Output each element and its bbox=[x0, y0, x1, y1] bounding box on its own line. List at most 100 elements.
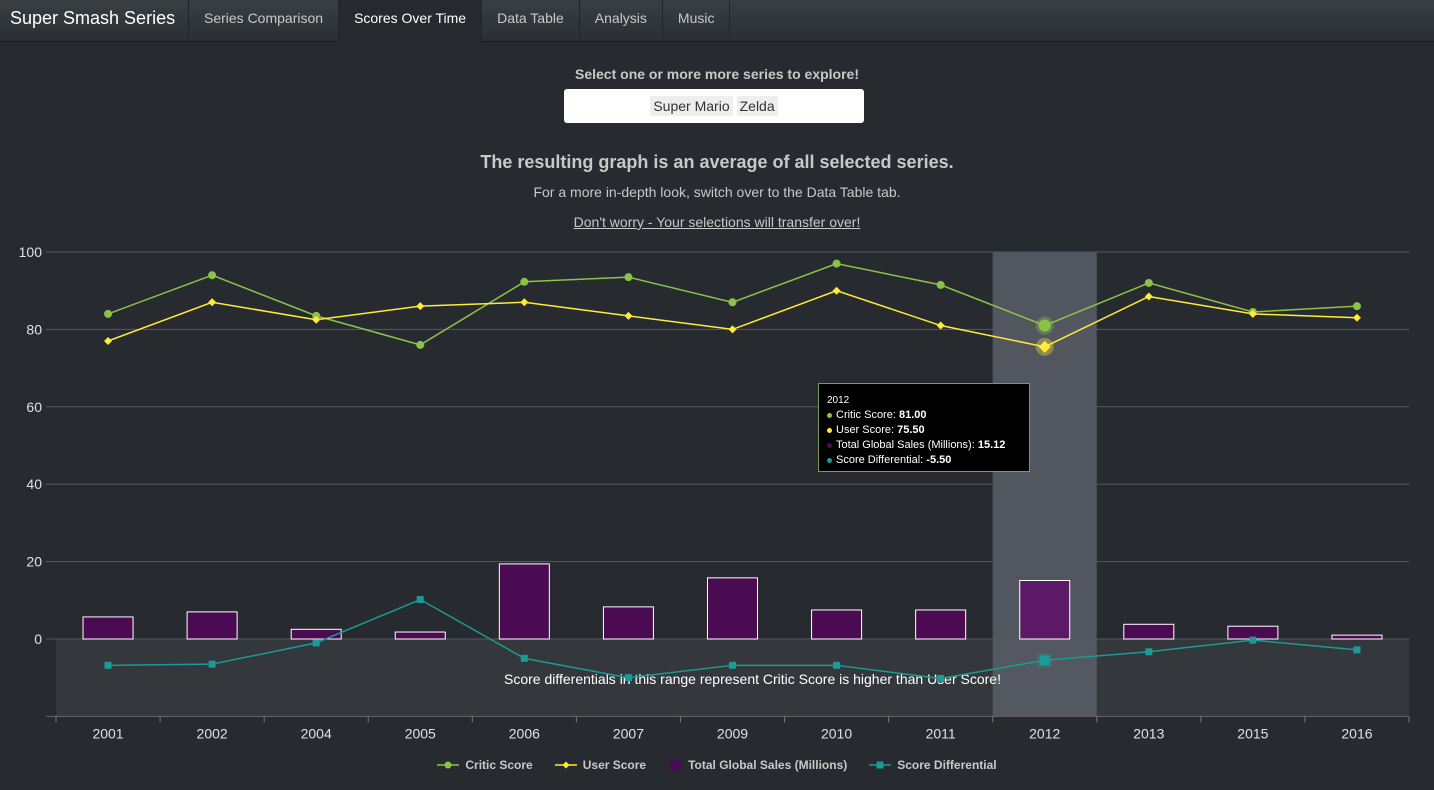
y-tick-label: 20 bbox=[26, 554, 42, 570]
user-point bbox=[1352, 313, 1361, 322]
user-dot-icon bbox=[827, 427, 832, 433]
tooltip-value: 81.00 bbox=[898, 409, 927, 421]
critic-point bbox=[1038, 319, 1051, 332]
sales-bar bbox=[498, 563, 550, 640]
critic-point bbox=[936, 280, 945, 289]
legend-item-sales[interactable]: Total Global Sales (Millions) bbox=[668, 758, 847, 772]
navbar: Super Smash Series Series Comparison Sco… bbox=[0, 0, 1434, 42]
diff-point bbox=[416, 596, 424, 604]
sales-bar bbox=[186, 611, 238, 640]
diff-point bbox=[1249, 636, 1257, 644]
diff-point bbox=[520, 654, 528, 662]
x-tick-label: 2013 bbox=[1133, 725, 1164, 741]
negative-region-label: Score differentials in this range repres… bbox=[504, 671, 1001, 687]
user-point bbox=[208, 298, 217, 307]
legend-sales-icon bbox=[669, 759, 682, 771]
sales-bar bbox=[915, 609, 967, 640]
user-point bbox=[520, 298, 529, 307]
x-tick-label: 2012 bbox=[1029, 725, 1060, 741]
tooltip-row-critic: Critic Score: 81.00 bbox=[827, 408, 1021, 423]
legend-diff-icon bbox=[869, 761, 892, 769]
legend-item-critic[interactable]: Critic Score bbox=[437, 758, 533, 772]
x-tick-label: 2009 bbox=[717, 725, 748, 741]
critic-point bbox=[832, 259, 841, 268]
x-tick-label: 2007 bbox=[613, 725, 644, 741]
critic-point bbox=[416, 340, 425, 349]
tab-scores-over-time[interactable]: Scores Over Time bbox=[338, 0, 482, 42]
critic-point bbox=[624, 273, 633, 282]
critic-point bbox=[1144, 278, 1153, 287]
x-tick-label: 2015 bbox=[1237, 725, 1268, 741]
y-tick-label: 0 bbox=[34, 631, 42, 647]
tab-data-table[interactable]: Data Table bbox=[481, 0, 579, 42]
x-tick-label: 2001 bbox=[92, 725, 123, 741]
tab-analysis[interactable]: Analysis bbox=[578, 0, 662, 42]
legend-critic-icon bbox=[437, 761, 460, 769]
tooltip-row-diff: Score Differential: -5.50 bbox=[827, 453, 1021, 468]
tooltip-label: Critic Score: bbox=[836, 409, 899, 421]
tab-series-comparison[interactable]: Series Comparison bbox=[188, 0, 338, 42]
transfer-note-link[interactable]: Don't worry - Your selections will trans… bbox=[0, 214, 1434, 230]
critic-point bbox=[520, 277, 529, 286]
x-tick-label: 2006 bbox=[509, 725, 540, 741]
user-point bbox=[416, 302, 425, 311]
graph-headline: The resulting graph is an average of all… bbox=[480, 152, 954, 172]
y-tick-label: 40 bbox=[26, 476, 42, 492]
legend-item-diff[interactable]: Score Differential bbox=[869, 758, 997, 772]
sales-bar bbox=[1123, 623, 1175, 640]
x-tick-label: 2011 bbox=[926, 725, 956, 741]
x-tick-label: 2002 bbox=[197, 725, 228, 741]
diff-point bbox=[1145, 648, 1153, 656]
selected-series-chip[interactable]: Super Mario bbox=[650, 96, 733, 116]
diff-point bbox=[937, 674, 945, 682]
x-tick-label: 2010 bbox=[821, 725, 852, 741]
tooltip-row-user: User Score: 75.50 bbox=[827, 423, 1021, 438]
series-select-label: Select one or more more series to explor… bbox=[575, 66, 859, 82]
selected-series-chip[interactable]: Zelda bbox=[736, 96, 778, 116]
legend-label: Score Differential bbox=[897, 758, 997, 772]
sales-bar bbox=[290, 628, 342, 640]
tooltip-label: User Score: bbox=[836, 424, 898, 436]
y-tick-label: 100 bbox=[19, 244, 43, 260]
sales-bar bbox=[1019, 579, 1071, 640]
diff-point bbox=[1353, 646, 1361, 654]
chart-legend: Critic Score User Score Total Global Sal… bbox=[0, 758, 1434, 772]
series-multiselect[interactable]: Super Mario Zelda bbox=[564, 89, 864, 123]
y-tick-label: 80 bbox=[26, 321, 42, 337]
sales-dot-icon bbox=[827, 442, 832, 448]
y-tick-label: 60 bbox=[26, 399, 42, 415]
legend-label: Total Global Sales (Millions) bbox=[688, 758, 848, 772]
tooltip-label: Total Global Sales (Millions): bbox=[836, 439, 978, 451]
sales-bar bbox=[394, 631, 446, 640]
graph-subline: For a more in-depth look, switch over to… bbox=[533, 184, 901, 200]
legend-user-icon bbox=[554, 761, 577, 769]
user-point bbox=[1144, 292, 1153, 301]
diff-point bbox=[312, 639, 320, 647]
diff-point bbox=[729, 661, 736, 669]
sales-bar bbox=[82, 616, 134, 640]
tooltip-value: 75.50 bbox=[897, 424, 925, 436]
user-point bbox=[728, 325, 737, 334]
legend-item-user[interactable]: User Score bbox=[554, 758, 646, 772]
tooltip-label: Score Differential: bbox=[836, 454, 927, 466]
diff-point bbox=[1039, 655, 1050, 666]
user-point bbox=[104, 337, 113, 346]
tooltip-row-sales: Total Global Sales (Millions): 15.12 bbox=[827, 438, 1021, 453]
x-tick-label: 2004 bbox=[301, 725, 332, 741]
x-tick-label: 2005 bbox=[405, 725, 436, 741]
diff-point bbox=[208, 660, 216, 668]
legend-label: Critic Score bbox=[465, 758, 533, 772]
critic-point bbox=[208, 271, 217, 280]
user-point bbox=[624, 311, 633, 320]
scores-over-time-chart: 0 20 40 60 80 100 2001 2002 2004 2005 2006 2007 2009… bbox=[19, 244, 1410, 741]
tooltip-title: 2012 bbox=[827, 395, 850, 406]
chart-tooltip: 2012 Critic Score: 81.00 User Score: 75.… bbox=[818, 383, 1030, 472]
tooltip-value: -5.50 bbox=[926, 454, 952, 466]
critic-dot-icon bbox=[827, 412, 832, 418]
user-point bbox=[832, 286, 841, 295]
tab-music[interactable]: Music bbox=[661, 0, 731, 42]
sales-bar bbox=[602, 606, 654, 640]
user-point bbox=[936, 321, 945, 330]
app-brand[interactable]: Super Smash Series bbox=[10, 0, 175, 42]
diff-point bbox=[104, 661, 112, 669]
